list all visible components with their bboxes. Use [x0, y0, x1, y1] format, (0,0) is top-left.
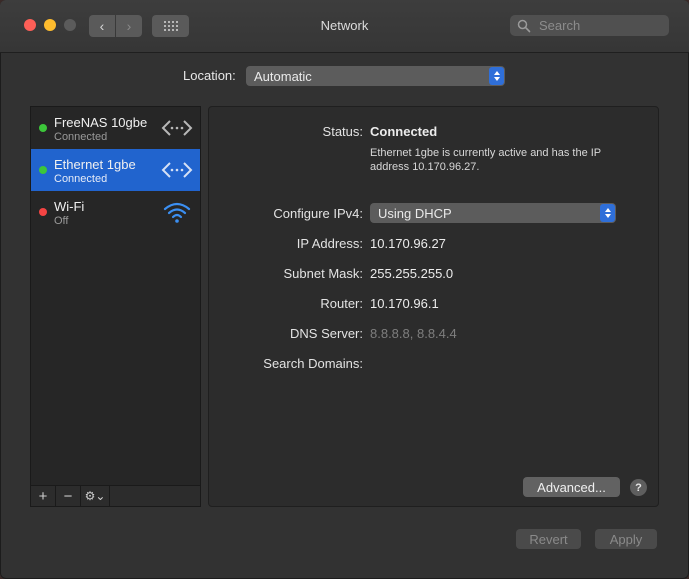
ip-address-value: 10.170.96.27 [370, 236, 446, 251]
dns-server-label: DNS Server: [290, 326, 363, 341]
revert-button[interactable]: Revert [516, 529, 581, 549]
select-arrows-icon [600, 204, 615, 222]
search-field[interactable] [510, 15, 669, 36]
status-value: Connected [370, 124, 438, 139]
add-service-button[interactable]: + [31, 486, 56, 506]
router-label: Router: [320, 296, 363, 311]
help-button[interactable]: ? [630, 479, 647, 496]
configure-ipv4-select[interactable]: Using DHCP [370, 203, 616, 223]
service-item-ethernet[interactable]: Ethernet 1gbe Connected [31, 149, 200, 191]
service-state: Connected [54, 173, 108, 185]
configure-ipv4-label: Configure IPv4: [273, 206, 363, 221]
location-select[interactable]: Automatic [246, 66, 505, 86]
apply-button[interactable]: Apply [595, 529, 657, 549]
subnet-mask-value: 255.255.255.0 [370, 266, 454, 281]
service-item-wifi[interactable]: Wi-Fi Off [31, 191, 200, 233]
advanced-button[interactable]: Advanced... [523, 477, 620, 497]
service-actions-button[interactable]: ⚙︎⌄ [81, 486, 110, 506]
plus-icon: + [38, 487, 48, 505]
search-domains-label: Search Domains: [263, 356, 363, 371]
status-description: Ethernet 1gbe is currently active and ha… [370, 147, 601, 173]
ip-address-label: IP Address: [296, 236, 363, 251]
service-state: Off [54, 215, 69, 227]
location-label: Location: [183, 68, 236, 83]
status-label: Status: [322, 124, 363, 139]
status-dot-icon [39, 124, 47, 132]
search-icon [517, 19, 531, 32]
gear-icon: ⚙︎⌄ [84, 489, 106, 503]
service-name: Wi-Fi [54, 199, 85, 214]
status-dot-icon [39, 208, 47, 216]
wifi-icon [163, 202, 191, 223]
service-detail-panel: Status: Connected Ethernet 1gbe is curre… [208, 106, 659, 507]
service-list-toolbar: + − ⚙︎⌄ [31, 485, 200, 506]
service-list: FreeNAS 10gbe Connected Ethernet 1gbe Co… [30, 106, 201, 507]
ethernet-arrows-icon [161, 120, 193, 136]
configure-ipv4-value: Using DHCP [378, 205, 452, 221]
network-preferences-window: ‹ › Network Location: Automatic [0, 0, 689, 579]
subnet-mask-label: Subnet Mask: [283, 266, 364, 281]
search-input[interactable] [537, 17, 661, 34]
select-arrows-icon [489, 67, 504, 85]
ethernet-arrows-icon [161, 162, 193, 178]
remove-service-button[interactable]: − [56, 486, 81, 506]
service-state: Connected [54, 131, 108, 143]
router-value: 10.170.96.1 [370, 296, 439, 311]
title-bar: ‹ › Network [0, 0, 689, 53]
service-item-freenas[interactable]: FreeNAS 10gbe Connected [31, 107, 200, 149]
service-name: Ethernet 1gbe [54, 157, 136, 172]
location-value: Automatic [254, 68, 312, 84]
dns-server-value: 8.8.8.8, 8.8.4.4 [370, 326, 457, 341]
minus-icon: − [63, 487, 73, 505]
status-dot-icon [39, 166, 47, 174]
service-name: FreeNAS 10gbe [54, 115, 148, 130]
